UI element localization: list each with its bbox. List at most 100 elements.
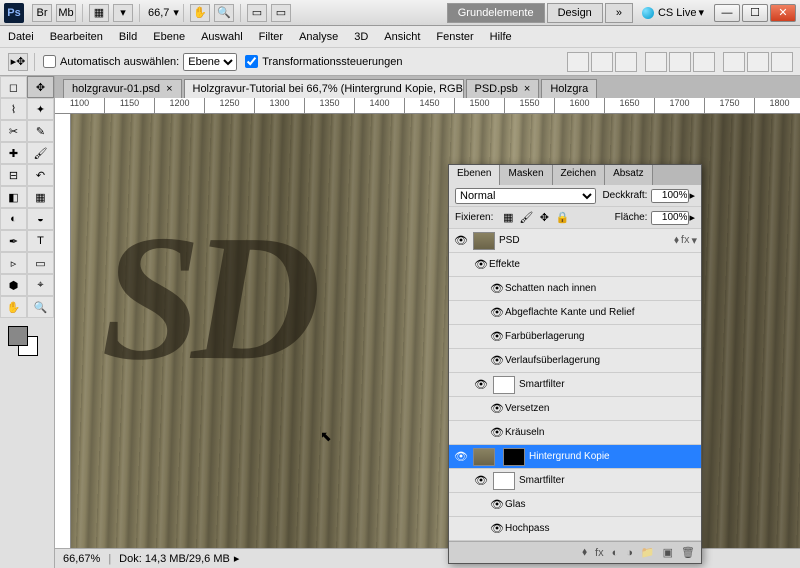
minibridge-button[interactable]: Mb bbox=[56, 4, 76, 22]
auto-select-checkbox[interactable] bbox=[43, 55, 56, 68]
lock-image-icon[interactable]: 🖌 bbox=[519, 211, 533, 225]
opacity-slider-icon[interactable]: ▸ bbox=[689, 189, 695, 202]
visibility-icon[interactable]: 👁 bbox=[473, 378, 489, 391]
layer-row[interactable]: 👁Smartfilter bbox=[449, 469, 701, 493]
visibility-icon[interactable]: 👁 bbox=[473, 258, 489, 271]
3d-tool[interactable]: ⬢ bbox=[0, 274, 27, 296]
layer-mask-icon[interactable]: ◐ bbox=[612, 547, 619, 559]
marquee-tool[interactable]: ◻ bbox=[0, 76, 27, 98]
screen-mode-button[interactable]: ▭ bbox=[271, 4, 291, 22]
zoom-button[interactable]: 🔍 bbox=[214, 4, 234, 22]
distribute-button-3[interactable] bbox=[771, 52, 793, 72]
lock-transparency-icon[interactable]: ▦ bbox=[501, 211, 515, 225]
lock-all-icon[interactable]: 🔒 bbox=[555, 211, 569, 225]
menu-bearbeiten[interactable]: Bearbeiten bbox=[50, 31, 103, 43]
view-extras-button[interactable]: ▦ bbox=[89, 4, 109, 22]
layer-row[interactable]: 👁Glas bbox=[449, 493, 701, 517]
color-swatches[interactable] bbox=[0, 322, 54, 362]
view-guides-button[interactable]: ▾ bbox=[113, 4, 133, 22]
dodge-tool[interactable]: ◒ bbox=[27, 208, 54, 230]
menu-3d[interactable]: 3D bbox=[354, 31, 368, 43]
distribute-button-1[interactable] bbox=[723, 52, 745, 72]
type-tool[interactable]: T bbox=[27, 230, 54, 252]
blur-tool[interactable]: ◐ bbox=[0, 208, 27, 230]
align-hcenter-button[interactable] bbox=[669, 52, 691, 72]
close-icon[interactable]: × bbox=[166, 83, 172, 95]
layer-row[interactable]: 👁Hintergrund Kopie bbox=[449, 445, 701, 469]
lp-tab-ebenen[interactable]: Ebenen bbox=[449, 165, 500, 185]
layer-row[interactable]: 👁Kräuseln bbox=[449, 421, 701, 445]
layer-thumb[interactable] bbox=[493, 376, 515, 394]
fill-slider-icon[interactable]: ▸ bbox=[689, 211, 695, 224]
align-left-button[interactable] bbox=[645, 52, 667, 72]
doc-tab-4[interactable]: Holzgra bbox=[541, 79, 597, 98]
adjustment-layer-icon[interactable]: ◑ bbox=[626, 547, 633, 559]
hand-tool[interactable]: ✋ bbox=[0, 296, 27, 318]
close-icon[interactable]: × bbox=[524, 83, 530, 95]
close-button[interactable]: ✕ bbox=[770, 4, 796, 22]
align-vcenter-button[interactable] bbox=[591, 52, 613, 72]
layer-fx-icon[interactable]: fx bbox=[595, 547, 604, 559]
shape-tool[interactable]: ▭ bbox=[27, 252, 54, 274]
doc-tab-2[interactable]: Holzgravur-Tutorial bei 66,7% (Hintergru… bbox=[184, 79, 464, 98]
workspace-design[interactable]: Design bbox=[547, 3, 603, 23]
visibility-icon[interactable]: 👁 bbox=[453, 450, 469, 463]
align-top-button[interactable] bbox=[567, 52, 589, 72]
blend-mode-select[interactable]: Normal bbox=[455, 188, 596, 204]
wand-tool[interactable]: ✦ bbox=[27, 98, 54, 120]
move-tool[interactable]: ✥ bbox=[27, 76, 54, 98]
eyedropper-tool[interactable]: ✎ bbox=[27, 120, 54, 142]
visibility-icon[interactable]: 👁 bbox=[489, 282, 505, 295]
menu-auswahl[interactable]: Auswahl bbox=[201, 31, 243, 43]
visibility-icon[interactable]: 👁 bbox=[489, 498, 505, 511]
lock-position-icon[interactable]: ✥ bbox=[537, 211, 551, 225]
status-menu-icon[interactable]: ▸ bbox=[234, 552, 240, 565]
menu-datei[interactable]: Datei bbox=[8, 31, 34, 43]
menu-analyse[interactable]: Analyse bbox=[299, 31, 338, 43]
link-layers-icon[interactable]: ⬧ bbox=[582, 546, 587, 559]
layer-row[interactable]: 👁Schatten nach innen bbox=[449, 277, 701, 301]
eraser-tool[interactable]: ◧ bbox=[0, 186, 27, 208]
stamp-tool[interactable]: ⊟ bbox=[0, 164, 27, 186]
layers-panel[interactable]: Ebenen Masken Zeichen Absatz Normal Deck… bbox=[448, 164, 702, 564]
layer-row[interactable]: 👁Effekte bbox=[449, 253, 701, 277]
layer-row[interactable]: 👁Hochpass bbox=[449, 517, 701, 541]
layer-row[interactable]: 👁PSD⬧fx▾ bbox=[449, 229, 701, 253]
layer-mask-thumb[interactable] bbox=[503, 448, 525, 466]
bridge-button[interactable]: Br bbox=[32, 4, 52, 22]
3d-camera-tool[interactable]: ⌖ bbox=[27, 274, 54, 296]
heal-tool[interactable]: ✚ bbox=[0, 142, 27, 164]
minimize-button[interactable]: — bbox=[714, 4, 740, 22]
lp-tab-masken[interactable]: Masken bbox=[500, 165, 552, 185]
lasso-tool[interactable]: ⌇ bbox=[0, 98, 27, 120]
menu-ansicht[interactable]: Ansicht bbox=[384, 31, 420, 43]
opacity-input[interactable] bbox=[651, 189, 689, 203]
layer-row[interactable]: 👁Farbüberlagerung bbox=[449, 325, 701, 349]
brush-tool[interactable]: 🖌 bbox=[27, 142, 54, 164]
cs-live-button[interactable]: CS Live▾ bbox=[642, 6, 704, 19]
crop-tool[interactable]: ✂ bbox=[0, 120, 27, 142]
zoom-value[interactable]: 66,7 bbox=[148, 7, 169, 19]
fill-input[interactable] bbox=[651, 211, 689, 225]
history-brush-tool[interactable]: ↶ bbox=[27, 164, 54, 186]
distribute-button-2[interactable] bbox=[747, 52, 769, 72]
doc-tab-1[interactable]: holzgravur-01.psd× bbox=[63, 79, 182, 98]
menu-filter[interactable]: Filter bbox=[259, 31, 283, 43]
lp-tab-zeichen[interactable]: Zeichen bbox=[553, 165, 606, 185]
status-zoom[interactable]: 66,67% bbox=[63, 553, 100, 565]
zoom-tool[interactable]: 🔍 bbox=[27, 296, 54, 318]
visibility-icon[interactable]: 👁 bbox=[489, 354, 505, 367]
path-select-tool[interactable]: ▹ bbox=[0, 252, 27, 274]
visibility-icon[interactable]: 👁 bbox=[453, 234, 469, 247]
visibility-icon[interactable]: 👁 bbox=[489, 402, 505, 415]
menu-hilfe[interactable]: Hilfe bbox=[490, 31, 512, 43]
delete-layer-icon[interactable]: 🗑 bbox=[681, 546, 695, 559]
layer-row[interactable]: 👁Versetzen bbox=[449, 397, 701, 421]
collapse-fx-icon[interactable]: ▾ bbox=[691, 234, 697, 247]
menu-fenster[interactable]: Fenster bbox=[436, 31, 473, 43]
maximize-button[interactable]: ☐ bbox=[742, 4, 768, 22]
layer-row[interactable]: 👁Abgeflachte Kante und Relief bbox=[449, 301, 701, 325]
doc-tab-3[interactable]: PSD.psb× bbox=[466, 79, 540, 98]
fx-icon[interactable]: fx bbox=[681, 234, 690, 247]
lp-tab-absatz[interactable]: Absatz bbox=[605, 165, 653, 185]
